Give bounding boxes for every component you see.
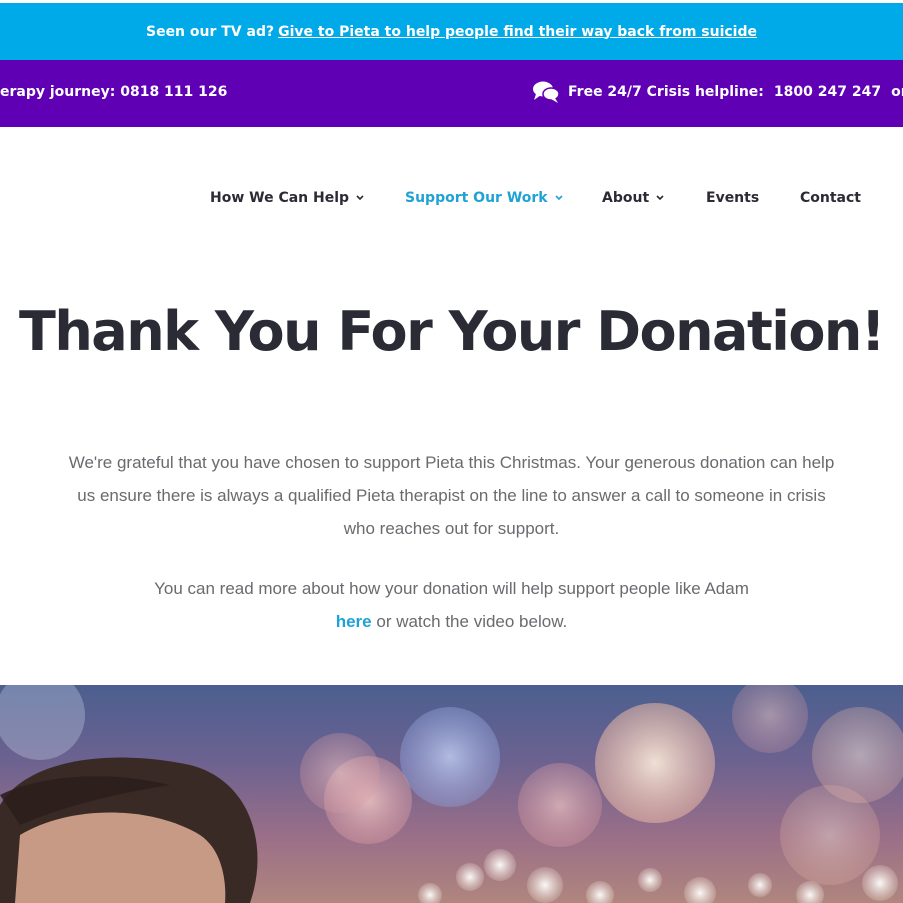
helpline-label: Free 24/7 Crisis helpline:	[568, 84, 764, 100]
nav-item-how-we-can-help[interactable]: How We Can Help	[210, 190, 364, 206]
video-hero-image[interactable]	[0, 685, 903, 903]
nav-item-label: Events	[706, 190, 760, 206]
bokeh-background-image	[0, 685, 903, 903]
chevron-down-icon	[656, 195, 664, 201]
helpline-banner: erapy journey: 0818 111 126 Free 24/7 Cr…	[0, 60, 903, 127]
nav-item-contact[interactable]: Contact	[800, 190, 861, 206]
nav-item-events[interactable]: Events	[706, 190, 759, 206]
helpline-number-link[interactable]: 1800 247 247	[774, 84, 881, 100]
promo-donate-link[interactable]: Give to Pieta to help people find their …	[278, 24, 757, 40]
promo-banner: Seen our TV ad? Give to Pieta to help pe…	[0, 0, 903, 60]
chevron-down-icon	[356, 195, 364, 201]
here-link[interactable]: here	[336, 612, 372, 631]
read-more-tail-text: or watch the video below.	[371, 612, 568, 631]
nav-item-about[interactable]: About	[602, 190, 664, 206]
promo-lead-text: Seen our TV ad?	[145, 23, 275, 40]
main-nav: How We Can Help Support Our Work About E…	[0, 190, 903, 214]
nav-item-support-our-work[interactable]: Support Our Work	[405, 190, 563, 206]
crisis-helpline: Free 24/7 Crisis helpline: 1800 247 247 …	[532, 80, 903, 104]
nav-item-label: Contact	[800, 190, 861, 206]
read-more-lead-text: You can read more about how your donatio…	[154, 579, 749, 598]
read-more-paragraph: You can read more about how your donatio…	[60, 572, 843, 638]
nav-item-label: How We Can Help	[210, 190, 350, 206]
nav-item-label: Support Our Work	[405, 190, 548, 206]
helpline-or-text: or	[891, 84, 903, 100]
chevron-down-icon	[555, 195, 563, 201]
nav-item-label: About	[602, 190, 650, 206]
page-title: Thank You For Your Donation!	[18, 300, 886, 363]
thank-you-paragraph: We're grateful that you have chosen to s…	[68, 453, 835, 538]
therapy-journey-text: erapy journey: 0818 111 126	[0, 84, 228, 100]
chat-bubbles-icon	[533, 81, 560, 103]
